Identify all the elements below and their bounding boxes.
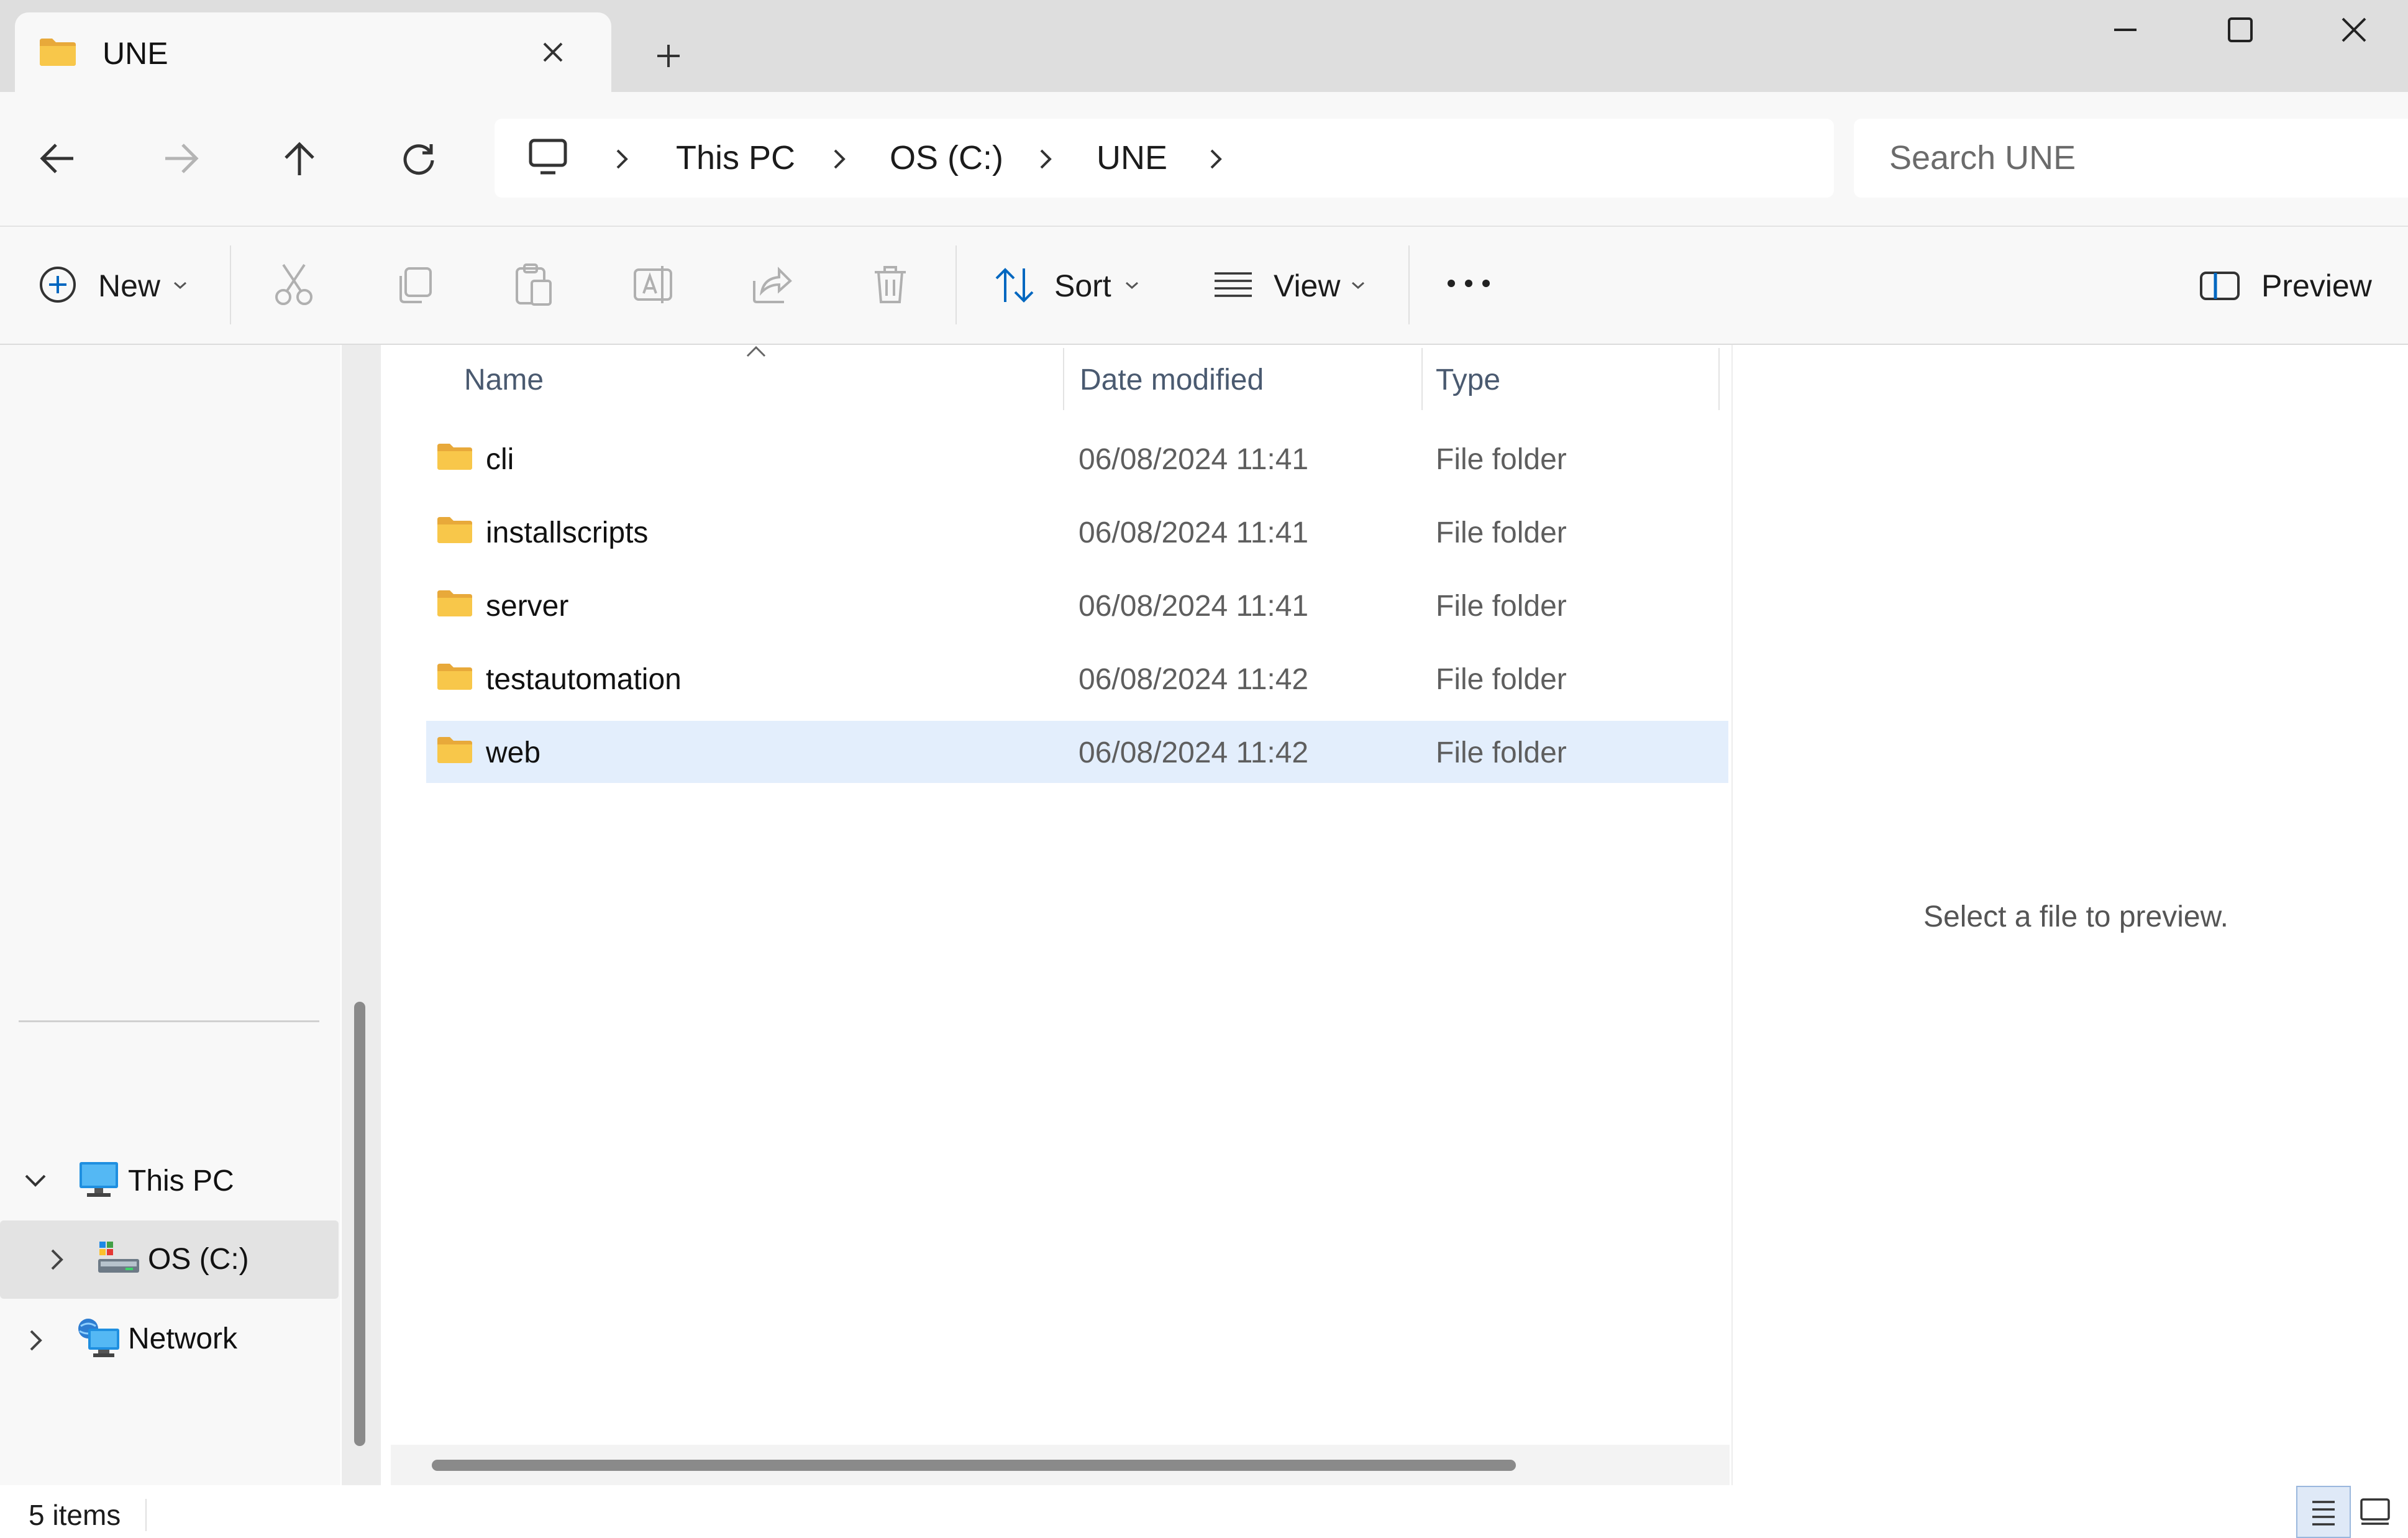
column-header-date-modified[interactable]: Date modified xyxy=(1080,362,1264,399)
status-divider xyxy=(145,1499,147,1531)
minimize-button[interactable] xyxy=(2066,0,2184,61)
breadcrumb-os-c[interactable]: OS (C:) xyxy=(890,137,1003,178)
file-name: web xyxy=(486,736,541,769)
sort-arrows-icon xyxy=(994,266,1035,304)
file-type: File folder xyxy=(1436,663,1567,696)
refresh-icon[interactable] xyxy=(401,142,436,176)
forward-arrow-icon[interactable] xyxy=(163,142,200,175)
navigation-pane xyxy=(0,345,340,1485)
details-view-icon xyxy=(2312,1501,2335,1526)
folder-icon xyxy=(436,515,473,544)
file-name: cli xyxy=(486,443,514,476)
nav-item-label: This PC xyxy=(128,1165,234,1197)
nav-item-label: OS (C:) xyxy=(148,1243,249,1276)
column-separator[interactable] xyxy=(1718,348,1720,410)
sort-ascending-caret-icon xyxy=(746,346,767,358)
folder-icon xyxy=(436,588,473,618)
paste-icon[interactable] xyxy=(514,262,553,307)
up-arrow-icon[interactable] xyxy=(283,140,316,178)
rename-icon[interactable] xyxy=(632,263,673,306)
add-circle-icon xyxy=(39,265,77,304)
chevron-down-icon xyxy=(1351,281,1366,290)
file-type: File folder xyxy=(1436,590,1567,623)
nav-divider xyxy=(19,1020,319,1022)
folder-icon xyxy=(436,735,473,764)
large-icons-view-icon[interactable] xyxy=(2360,1498,2391,1526)
cut-icon[interactable] xyxy=(275,262,313,307)
chevron-down-icon xyxy=(173,281,188,290)
close-window-button[interactable] xyxy=(2296,0,2408,61)
status-bar xyxy=(0,1485,2408,1538)
new-tab-plus-icon[interactable] xyxy=(655,42,682,70)
breadcrumb-une[interactable]: UNE xyxy=(1097,137,1167,178)
share-icon[interactable] xyxy=(752,265,793,304)
network-icon xyxy=(77,1317,121,1358)
column-header-name[interactable]: Name xyxy=(464,362,544,399)
maximize-icon xyxy=(2228,17,2253,42)
close-icon xyxy=(2342,17,2366,42)
file-name: testautomation xyxy=(486,663,682,696)
copy-icon[interactable] xyxy=(396,266,433,304)
folder-icon xyxy=(436,661,473,691)
folder-icon xyxy=(436,441,473,471)
search-placeholder: Search UNE xyxy=(1889,139,2076,176)
vertical-scrollbar-thumb[interactable] xyxy=(354,1002,365,1446)
command-separator xyxy=(955,245,957,324)
file-type: File folder xyxy=(1436,516,1567,549)
preview-message: Select a file to preview. xyxy=(1923,900,2228,933)
file-name: server xyxy=(486,590,569,623)
chevron-down-icon[interactable] xyxy=(24,1173,47,1188)
item-count: 5 items xyxy=(29,1499,121,1531)
breadcrumb-chevron-icon[interactable] xyxy=(615,148,629,170)
file-date: 06/08/2024 11:41 xyxy=(1079,443,1309,476)
folder-icon xyxy=(39,36,77,67)
file-type: File folder xyxy=(1436,443,1567,476)
command-bar xyxy=(0,226,2408,345)
breadcrumb-chevron-icon[interactable] xyxy=(1209,148,1223,170)
breadcrumb-chevron-icon[interactable] xyxy=(832,148,846,170)
view-lines-icon xyxy=(1213,271,1253,298)
new-label: New xyxy=(98,268,161,303)
computer-icon xyxy=(78,1161,119,1199)
preview-pane-icon xyxy=(2199,271,2240,301)
delete-icon[interactable] xyxy=(872,263,908,306)
breadcrumb-chevron-icon[interactable] xyxy=(1039,148,1052,170)
tab-title: UNE xyxy=(103,36,168,71)
chevron-down-icon xyxy=(1124,281,1139,290)
maximize-button[interactable] xyxy=(2181,0,2299,61)
chevron-right-icon[interactable] xyxy=(50,1248,65,1271)
command-separator xyxy=(230,245,231,324)
breadcrumb-this-pc[interactable]: This PC xyxy=(676,137,795,178)
file-date: 06/08/2024 11:42 xyxy=(1079,736,1309,769)
column-separator[interactable] xyxy=(1421,348,1423,410)
minimize-icon xyxy=(2114,29,2137,31)
computer-icon[interactable] xyxy=(528,138,568,176)
column-header-type[interactable]: Type xyxy=(1436,362,1500,399)
view-label: View xyxy=(1274,268,1341,303)
chevron-right-icon[interactable] xyxy=(29,1329,43,1352)
more-options-icon[interactable] xyxy=(1446,278,1491,288)
horizontal-scrollbar-thumb[interactable] xyxy=(432,1460,1516,1471)
details-view-button[interactable] xyxy=(2296,1486,2351,1538)
sort-label: Sort xyxy=(1054,268,1111,303)
nav-item-label: Network xyxy=(128,1322,238,1355)
drive-icon xyxy=(97,1240,140,1275)
file-date: 06/08/2024 11:41 xyxy=(1079,516,1309,549)
preview-label: Preview xyxy=(2261,268,2372,303)
file-name: installscripts xyxy=(486,516,649,549)
column-separator[interactable] xyxy=(1063,348,1064,410)
back-arrow-icon[interactable] xyxy=(39,142,76,175)
command-separator xyxy=(1408,245,1410,324)
file-date: 06/08/2024 11:42 xyxy=(1079,663,1309,696)
tab-close-icon[interactable] xyxy=(540,40,565,65)
file-type: File folder xyxy=(1436,736,1567,769)
file-date: 06/08/2024 11:41 xyxy=(1079,590,1309,623)
